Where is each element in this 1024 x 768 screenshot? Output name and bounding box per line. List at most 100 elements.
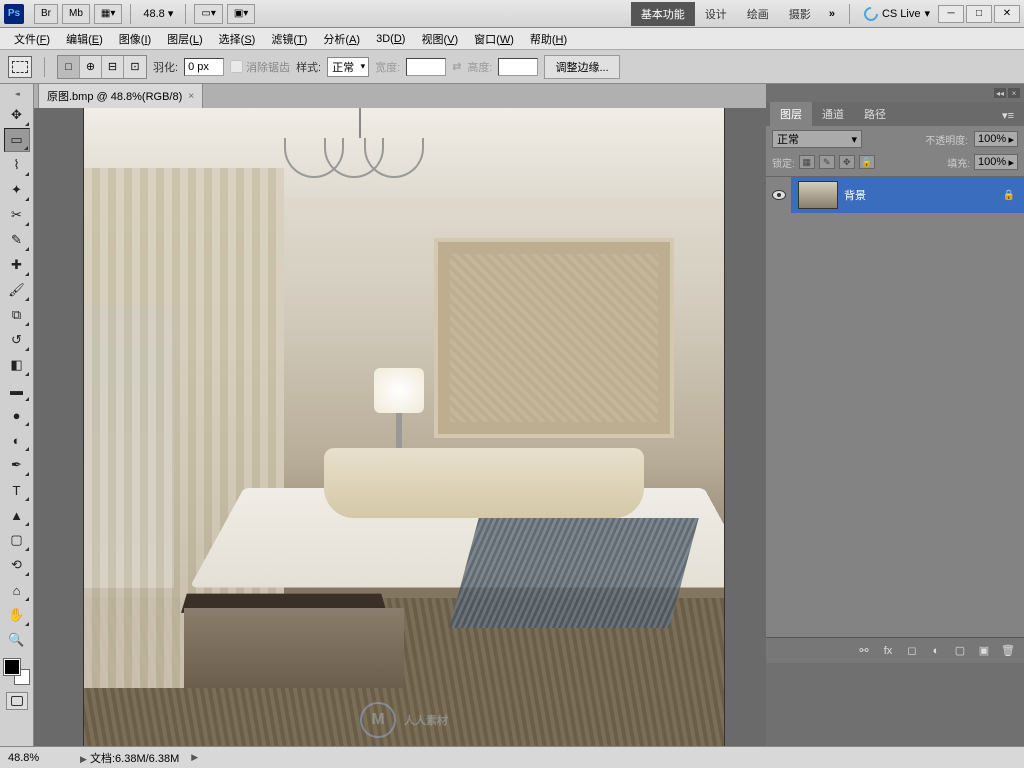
bridge-button[interactable]: Br [34, 4, 58, 24]
tab-layers[interactable]: 图层 [770, 102, 812, 126]
view-layout-button[interactable]: ▦▾ [94, 4, 122, 24]
quick-select-tool[interactable]: ✦ [4, 178, 30, 202]
menu-select[interactable]: 选择(S) [213, 29, 262, 49]
tab-channels[interactable]: 通道 [812, 102, 854, 126]
tool-preset-picker[interactable] [8, 56, 32, 78]
panel-close-icon[interactable]: × [1008, 88, 1020, 98]
menu-3d[interactable]: 3D(D) [370, 31, 411, 47]
width-input [406, 58, 446, 76]
panel-menu-icon[interactable]: ▾≡ [992, 105, 1024, 126]
lock-all-icon[interactable]: 🔒 [859, 155, 875, 169]
feather-input[interactable] [184, 58, 224, 76]
separator [849, 4, 850, 24]
history-brush-tool[interactable]: ↺ [4, 328, 30, 352]
minibridge-button[interactable]: Mb [62, 4, 90, 24]
status-zoom[interactable]: 48.8% [8, 752, 68, 764]
color-swatches[interactable] [4, 659, 30, 685]
refine-edge-button[interactable]: 调整边缘... [544, 55, 619, 79]
lock-pixels-icon[interactable]: ✎ [819, 155, 835, 169]
canvas-image: M 人人素材 [84, 108, 724, 746]
eye-icon [772, 190, 786, 200]
healing-tool[interactable]: ✚ [4, 253, 30, 277]
marquee-tool[interactable]: ▭ [4, 128, 30, 152]
layers-panel: 正常▾ 不透明度: 100%▸ 锁定: ▦ ✎ ✥ 🔒 填充: 100%▸ [766, 126, 1024, 663]
watermark-text: 人人素材 [404, 712, 448, 728]
type-tool[interactable]: T [4, 478, 30, 502]
3d-tool[interactable]: ⟲ [4, 553, 30, 577]
toolbox-collapse-handle[interactable] [3, 90, 31, 98]
eraser-tool[interactable]: ◧ [4, 353, 30, 377]
zoom-tool[interactable]: 🔍 [4, 628, 30, 652]
menu-file[interactable]: 文件(F) [8, 29, 56, 49]
dodge-tool[interactable]: ◐ [4, 428, 30, 452]
link-layers-icon[interactable]: ⚯ [854, 642, 874, 660]
menu-edit[interactable]: 编辑(E) [60, 29, 109, 49]
menu-layer[interactable]: 图层(L) [161, 29, 208, 49]
workspace-tab-photography[interactable]: 摄影 [779, 2, 821, 26]
lock-position-icon[interactable]: ✥ [839, 155, 855, 169]
layer-visibility-toggle[interactable] [766, 177, 792, 213]
menu-image[interactable]: 图像(I) [113, 29, 157, 49]
close-tab-icon[interactable]: × [188, 91, 194, 102]
canvas-area: 原图.bmp @ 48.8%(RGB/8) × [34, 84, 766, 746]
zoom-level[interactable]: 48.8 ▾ [143, 7, 173, 20]
new-layer-icon[interactable]: ▣ [974, 642, 994, 660]
adjustment-layer-icon[interactable]: ◐ [926, 642, 946, 660]
pen-tool[interactable]: ✒ [4, 453, 30, 477]
move-tool[interactable]: ✥ [4, 103, 30, 127]
opacity-input[interactable]: 100%▸ [974, 131, 1018, 147]
shape-tool[interactable]: ▢ [4, 528, 30, 552]
layer-thumbnail[interactable] [798, 181, 838, 209]
tab-paths[interactable]: 路径 [854, 102, 896, 126]
layer-style-icon[interactable]: fx [878, 642, 898, 660]
menu-window[interactable]: 窗口(W) [468, 29, 520, 49]
quick-mask-button[interactable] [6, 692, 28, 710]
layer-row[interactable]: 背景 🔒 [766, 177, 1024, 213]
menu-view[interactable]: 视图(V) [415, 29, 464, 49]
status-menu-icon[interactable]: ▶ [191, 752, 198, 763]
gradient-tool[interactable]: ▬ [4, 378, 30, 402]
workspace-more-button[interactable]: » [821, 8, 843, 20]
close-button[interactable]: ✕ [994, 5, 1020, 23]
layer-name[interactable]: 背景 [844, 187, 1002, 203]
cslive-button[interactable]: CS Live ▾ [864, 7, 930, 21]
foreground-color[interactable] [4, 659, 20, 675]
fill-label: 填充: [947, 155, 970, 170]
menu-help[interactable]: 帮助(H) [524, 29, 573, 49]
selection-add-button[interactable]: ⊕ [80, 56, 102, 78]
canvas-viewport[interactable]: M 人人素材 [34, 108, 766, 746]
3d-camera-tool[interactable]: ⌂ [4, 578, 30, 602]
workspace-tab-design[interactable]: 设计 [695, 2, 737, 26]
watermark: M 人人素材 [360, 702, 448, 738]
menu-filter[interactable]: 滤镜(T) [265, 29, 313, 49]
selection-intersect-button[interactable]: ⊡ [124, 56, 146, 78]
selection-new-button[interactable]: □ [58, 56, 80, 78]
workspace-tab-painting[interactable]: 绘画 [737, 2, 779, 26]
panel-collapse-icon[interactable]: ◂◂ [994, 88, 1006, 98]
stamp-tool[interactable]: ⧉ [4, 303, 30, 327]
brush-tool[interactable]: 🖌 [4, 278, 30, 302]
eyedropper-tool[interactable]: ✎ [4, 228, 30, 252]
crop-tool[interactable]: ✂ [4, 203, 30, 227]
layer-list[interactable]: 背景 🔒 [766, 177, 1024, 637]
minimize-button[interactable]: ─ [938, 5, 964, 23]
arrange-button[interactable]: ▭▾ [194, 4, 222, 24]
blend-mode-select[interactable]: 正常▾ [772, 130, 862, 148]
selection-subtract-button[interactable]: ⊟ [102, 56, 124, 78]
delete-layer-icon[interactable]: 🗑 [998, 642, 1018, 660]
path-select-tool[interactable]: ▲ [4, 503, 30, 527]
fill-input[interactable]: 100%▸ [974, 154, 1018, 170]
menu-analysis[interactable]: 分析(A) [317, 29, 366, 49]
style-select[interactable]: 正常 [327, 57, 369, 77]
maximize-button[interactable]: □ [966, 5, 992, 23]
status-doc-info[interactable]: ▶ 文档:6.38M/6.38M [80, 750, 179, 766]
document-tab[interactable]: 原图.bmp @ 48.8%(RGB/8) × [38, 83, 203, 108]
workspace-tab-essentials[interactable]: 基本功能 [631, 2, 695, 26]
lasso-tool[interactable]: ⌇ [4, 153, 30, 177]
lock-transparency-icon[interactable]: ▦ [799, 155, 815, 169]
hand-tool[interactable]: ✋ [4, 603, 30, 627]
layer-mask-icon[interactable]: ◻ [902, 642, 922, 660]
new-group-icon[interactable]: ▢ [950, 642, 970, 660]
screen-mode-button[interactable]: ▣▾ [227, 4, 255, 24]
blur-tool[interactable]: ● [4, 403, 30, 427]
